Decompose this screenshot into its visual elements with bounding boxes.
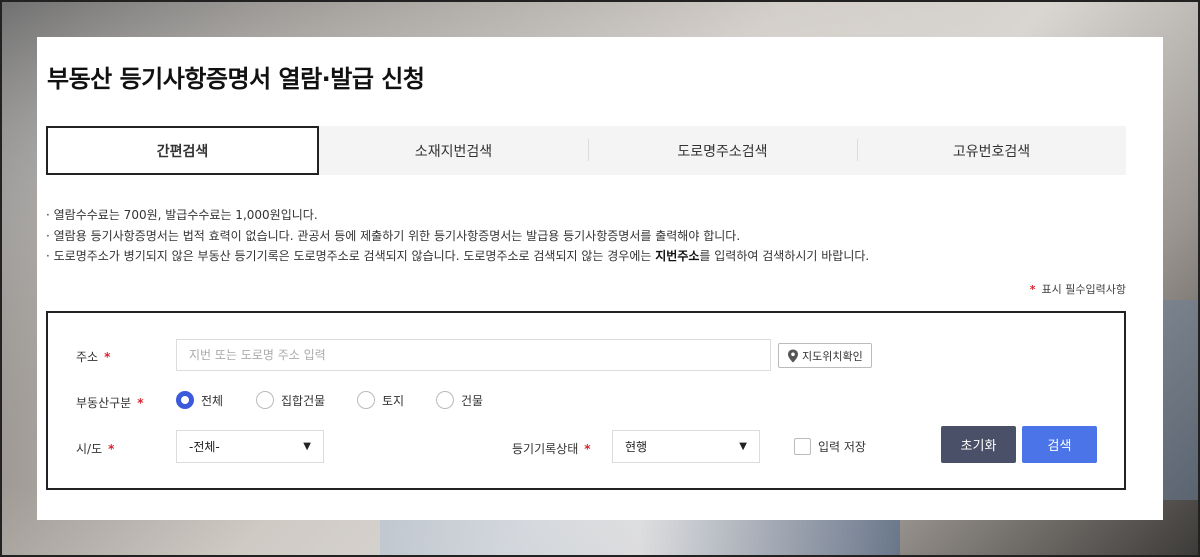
radio-circle (436, 391, 454, 409)
radio-aggregate-building[interactable]: 집합건물 (256, 391, 357, 409)
property-type-radio-group: 전체 집합건물 토지 건물 (176, 391, 483, 409)
page-title: 부동산 등기사항증명서 열람·발급 신청 (47, 65, 425, 93)
map-location-button[interactable]: 지도위치확인 (778, 343, 872, 368)
background-decoration (380, 519, 900, 557)
search-tabs: 간편검색 소재지번검색 도로명주소검색 고유번호검색 (46, 126, 1126, 175)
tab-lot-number-search[interactable]: 소재지번검색 (319, 126, 588, 175)
caret-down-icon: ▼ (303, 441, 311, 452)
tab-unique-number-search[interactable]: 고유번호검색 (857, 126, 1126, 175)
sido-label: 시/도 * (76, 442, 115, 456)
notice-list: · 열람수수료는 700원, 발급수수료는 1,000원입니다. · 열람용 등… (46, 205, 869, 267)
tab-road-address-search[interactable]: 도로명주소검색 (588, 126, 857, 175)
notice-emphasis: 지번주소 (655, 249, 700, 263)
caret-down-icon: ▼ (739, 441, 747, 452)
checkbox-box (794, 438, 811, 455)
search-button[interactable]: 검색 (1022, 426, 1097, 463)
address-label: 주소 * (76, 350, 111, 364)
notice-legal-effect: · 열람용 등기사항증명서는 법적 효력이 없습니다. 관공서 등에 제출하기 … (46, 228, 741, 243)
save-input-checkbox[interactable]: 입력 저장 (794, 438, 866, 455)
required-legend-text: 표시 필수입력사항 (1041, 283, 1126, 296)
radio-circle (256, 391, 274, 409)
tab-simple-search[interactable]: 간편검색 (46, 126, 319, 175)
radio-building[interactable]: 건물 (436, 391, 483, 409)
record-status-label: 등기기록상태 * (512, 442, 591, 456)
application-panel: 부동산 등기사항증명서 열람·발급 신청 간편검색 소재지번검색 도로명주소검색… (37, 37, 1163, 520)
address-input[interactable] (176, 339, 771, 371)
record-status-select[interactable]: 현행 ▼ (612, 430, 760, 463)
background-decoration (1160, 300, 1200, 500)
property-type-label: 부동산구분 * (76, 396, 144, 410)
required-star: * (1029, 283, 1036, 296)
radio-land[interactable]: 토지 (357, 391, 436, 409)
required-legend: * 표시 필수입력사항 (1030, 281, 1126, 297)
map-pin-icon (788, 349, 798, 362)
radio-circle (176, 391, 194, 409)
notice-road-address: · 도로명주소가 병기되지 않은 부동산 등기기록은 도로명주소로 검색되지 않… (46, 249, 870, 263)
reset-button[interactable]: 초기화 (941, 426, 1016, 463)
radio-circle (357, 391, 375, 409)
notice-fee: · 열람수수료는 700원, 발급수수료는 1,000원입니다. (46, 208, 318, 222)
radio-all[interactable]: 전체 (176, 391, 256, 409)
search-form: 주소* 지도위치확인 부동산구분* 전체 집합건물 토지 건물 (46, 311, 1126, 490)
sido-select[interactable]: -전체- ▼ (176, 430, 324, 463)
